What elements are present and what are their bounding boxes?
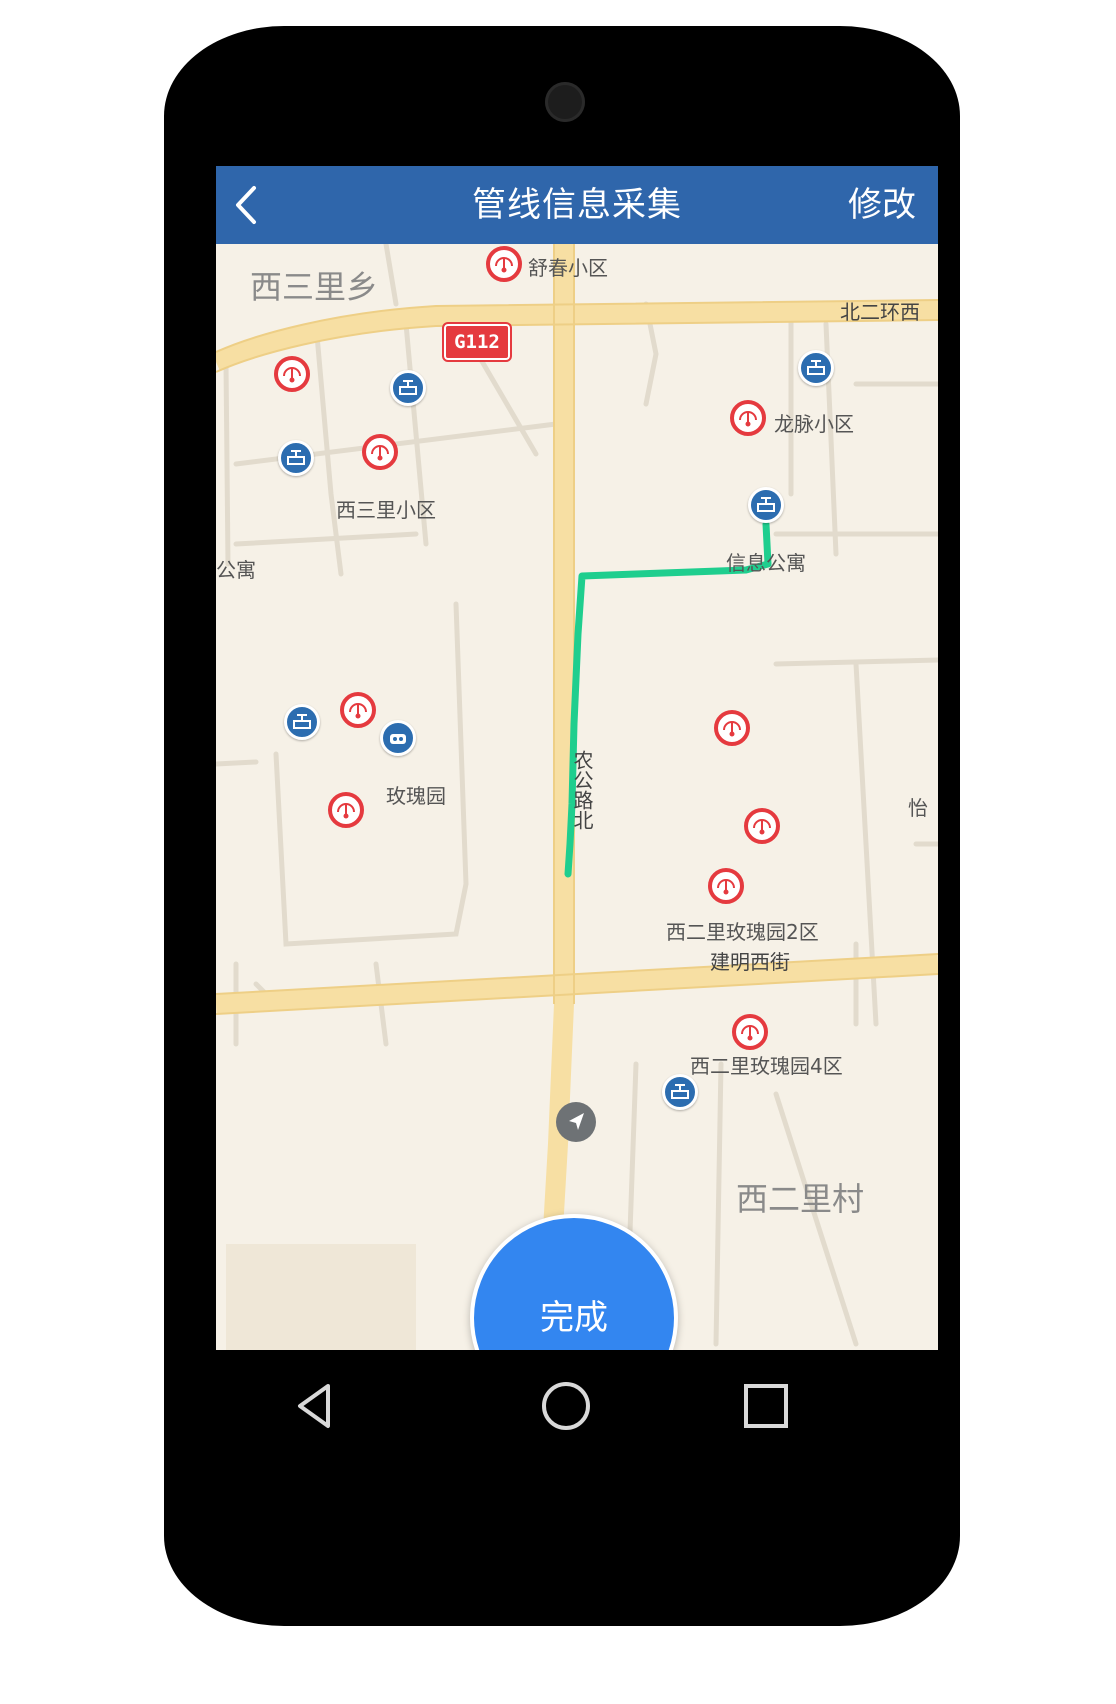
page-title: 管线信息采集 bbox=[472, 185, 682, 225]
nav-recents-icon[interactable] bbox=[736, 1376, 796, 1436]
navigation-arrow-icon[interactable] bbox=[556, 1102, 596, 1142]
place-label: 玫瑰园 bbox=[386, 784, 446, 808]
place-label: 舒春小区 bbox=[528, 256, 608, 280]
district-label: 西三里乡 bbox=[250, 268, 379, 306]
district-label: 西二里村 bbox=[736, 1180, 865, 1218]
place-label: 信息公寓 bbox=[726, 551, 806, 575]
place-label: 龙脉小区 bbox=[774, 412, 854, 436]
map-view[interactable]: 西三里乡 西二里村 舒春小区 龙脉小区 西三里小区 信息公寓 公寓 玫瑰园 西二… bbox=[216, 244, 938, 1350]
road-label: 北二环西 bbox=[840, 300, 920, 324]
road-label: 建明西街 bbox=[710, 950, 790, 974]
valve-icon[interactable] bbox=[662, 1074, 698, 1110]
place-label: 西三里小区 bbox=[336, 498, 436, 522]
gauge-icon[interactable] bbox=[732, 1014, 768, 1050]
gauge-icon[interactable] bbox=[708, 868, 744, 904]
nav-back-icon[interactable] bbox=[286, 1376, 346, 1436]
front-camera bbox=[545, 82, 585, 122]
edit-button[interactable]: 修改 bbox=[848, 166, 916, 244]
gauge-icon[interactable] bbox=[730, 400, 766, 436]
gauge-icon[interactable] bbox=[274, 356, 310, 392]
system-nav-bar bbox=[216, 1350, 938, 1450]
nav-home-icon[interactable] bbox=[536, 1376, 596, 1436]
app-screen: 管线信息采集 修改 西三里乡 西二里村 舒春小区 龙脉小区 西三里小区 信息公寓… bbox=[216, 166, 938, 1350]
pump-icon[interactable] bbox=[380, 720, 416, 756]
place-label: 公寓 bbox=[216, 558, 256, 582]
gauge-icon[interactable] bbox=[486, 246, 522, 282]
valve-icon[interactable] bbox=[284, 704, 320, 740]
place-label: 怡 bbox=[908, 796, 928, 820]
gauge-icon[interactable] bbox=[744, 808, 780, 844]
gauge-icon[interactable] bbox=[714, 710, 750, 746]
gauge-icon[interactable] bbox=[328, 792, 364, 828]
place-label: 西二里玫瑰园2区 bbox=[666, 920, 819, 944]
valve-icon[interactable] bbox=[748, 487, 784, 523]
header-bar: 管线信息采集 修改 bbox=[216, 166, 938, 244]
gauge-icon[interactable] bbox=[362, 434, 398, 470]
valve-icon[interactable] bbox=[390, 370, 426, 406]
place-label: 西二里玫瑰园4区 bbox=[690, 1054, 843, 1078]
valve-icon[interactable] bbox=[278, 440, 314, 476]
valve-icon[interactable] bbox=[798, 350, 834, 386]
road-label: 农公路北 bbox=[570, 750, 594, 830]
gauge-icon[interactable] bbox=[340, 692, 376, 728]
highway-shield: G112 bbox=[442, 322, 512, 362]
